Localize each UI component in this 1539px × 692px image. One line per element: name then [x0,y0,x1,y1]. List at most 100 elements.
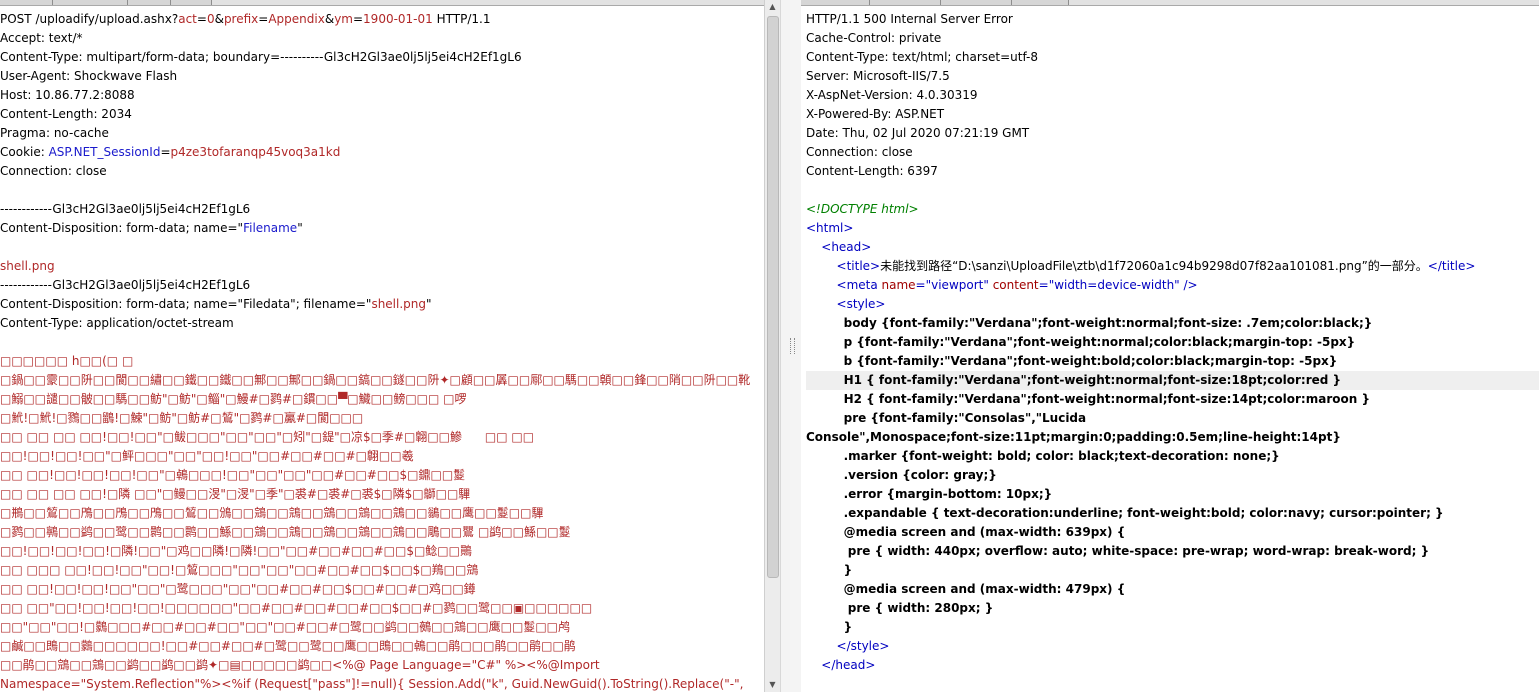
response-line-segment [806,297,837,311]
pane-splitter[interactable] [780,0,803,692]
response-line [806,181,1539,200]
request-line: □鮘!□鮘!□鷚□□鶹!□鰊"□鲂"□鲂#□鶭"□鹨#□鸁#□閬□□□ [0,409,764,428]
response-line: .error {margin-bottom: 10px;} [806,485,1539,504]
request-line-segment: p4ze3tofaranqp45voq3a1kd [170,145,341,159]
response-line-segment: <html> [806,221,854,235]
response-tab-1[interactable] [801,0,870,5]
response-line-segment [806,639,837,653]
response-line: Date: Thu, 02 Jul 2020 07:21:19 GMT [806,124,1539,143]
response-tab-3[interactable] [941,0,1012,5]
response-line: .marker {font-weight: bold; color: black… [806,447,1539,466]
request-tab-4[interactable] [171,0,212,5]
response-line-segment [806,658,821,672]
request-line: □□ □□!□□!□□!□□"□□"□鹭□□□"□□"□□#□□#□□$□□#□… [0,580,764,599]
response-pane[interactable]: HTTP/1.1 500 Internal Server Error Cache-… [801,0,1539,692]
request-line-segment: Content-Type: multipart/form-data; bound… [0,50,522,64]
response-line-segment: Cache-Control: private [806,31,942,45]
response-line-segment: } [806,620,853,634]
response-line-segment: body {font-family:"Verdana";font-weight:… [806,316,1373,330]
response-line: pre { width: 440px; overflow: auto; whit… [806,542,1539,561]
request-tab-2[interactable] [53,0,128,5]
request-line-segment: POST /uploadify/upload.ashx? [0,12,179,26]
request-tab-3[interactable] [128,0,171,5]
request-line-segment: Host: 10.86.77.2:8088 [0,88,135,102]
response-line-segment: <style> [836,297,886,311]
request-line-segment: 1900-01-01 [363,12,433,26]
response-line: <meta name="viewport" content="width=dev… [806,276,1539,295]
request-line: Host: 10.86.77.2:8088 [0,86,764,105]
request-line-segment: ym [334,12,353,26]
request-line: □□ □□"□□!□□!□□!□□!□□□□□□"□□#□□#□□#□□#□□$… [0,599,764,618]
request-line: Accept: text/* [0,29,764,48]
response-line: Cache-Control: private [806,29,1539,48]
splitter-grip-icon[interactable] [790,338,795,354]
response-tab-2[interactable] [870,0,941,5]
response-line-segment: @media screen and (max-width: 639px) { [806,525,1126,539]
response-line-segment: pre {font-family:"Consolas","Lucida [806,411,1087,425]
request-line-segment: □□□□□□ h□□(□ □ [0,354,134,368]
response-line-segment: <head> [821,240,872,254]
response-line-segment: p {font-family:"Verdana";font-weight:nor… [806,335,1356,349]
request-line-segment: □□"□□"□□!□鸏□□□#□□#□□#□□"□□"□□#□□#□鹭□□鹢□□… [0,620,570,634]
response-line-segment: pre { width: 440px; overflow: auto; whit… [806,544,1430,558]
request-line-segment: □□ □□ □□ □□!□□!□□"□鲅□□□"□□"□□"□矧"□鍉"□凉$□… [0,430,535,444]
request-line-segment: □□ □□!□□!□□!□□!□□"□鵫□□□!□□"□□"□□"□□#□□#□… [0,468,466,482]
request-text-editor[interactable]: POST /uploadify/upload.ashx?act=0&prefix… [0,10,764,692]
scroll-up-arrow-icon[interactable]: ▲ [765,0,780,14]
response-line: .expandable { text-decoration:underline;… [806,504,1539,523]
response-line: @media screen and (max-width: 479px) { [806,580,1539,599]
request-line-segment: □□ □□□ □□!□□!□□"□□!□鶭□□□"□□"□□"□□#□□#□□$… [0,563,479,577]
request-line-segment: Content-Length: 2034 [0,107,132,121]
response-line: pre {font-family:"Consolas","Lucida [806,409,1539,428]
request-line-segment: " [426,297,432,311]
response-line: <html> [806,219,1539,238]
request-vertical-scrollbar[interactable]: ▲ ▼ [764,0,780,692]
request-line: Content-Type: application/octet-stream [0,314,764,333]
request-pane[interactable]: POST /uploadify/upload.ashx?act=0&prefix… [0,0,764,692]
response-line-segment: H2 { font-family:"Verdana";font-weight:n… [806,392,1370,406]
response-line: Server: Microsoft-IIS/7.5 [806,67,1539,86]
request-line-segment: □鹨□□鸋□□鹢□□鹭□□鹮□□鹮□□鯀□□鵍□□鵍□□鵍□□鵍□□鵍□□鵰□□… [0,525,571,539]
request-line-segment: Content-Disposition: form-data; name=" [0,221,244,235]
request-line-segment: = [352,12,364,26]
request-line-segment: = [160,145,171,159]
request-line-segment: □□!□□!□□!□□"□鲆□□□"□□"□□!□□"□□#□□#□□#□翺□□… [0,449,414,463]
response-line: Connection: close [806,143,1539,162]
response-line-segment: b {font-family:"Verdana";font-weight:bol… [806,354,1338,368]
response-line-segment: X-Powered-By: ASP.NET [806,107,945,121]
response-line-segment: Date: Thu, 02 Jul 2020 07:21:19 GMT [806,126,1030,140]
request-tab-1[interactable] [0,0,53,5]
response-line: X-Powered-By: ASP.NET [806,105,1539,124]
request-line-segment: Connection: close [0,164,107,178]
scroll-down-arrow-icon[interactable]: ▼ [765,678,780,692]
request-line: □鰯□□譴□□骳□□騳□□鲂"□鲂"□鲻"□鰻#□鹨#□鏆□□▀□鱵□□鳑□□□… [0,390,764,409]
response-line-segment [806,240,821,254]
response-line-segment: pre { width: 280px; } [806,601,994,615]
request-line [0,333,764,352]
response-line-segment: ="viewport" [915,278,993,292]
request-line-segment: □□鹃□□鵍□□鵍□□鹢□□鹢□□鹢✦□▤□□□□□鹢□□<%@ Page La… [0,658,600,672]
response-line-segment [806,278,837,292]
response-line-segment: HTTP/1.1 500 Internal Server Error [806,12,1013,26]
request-line: □□"□□"□□!□鸏□□□#□□#□□#□□"□□"□□#□□#□鹭□□鹢□□… [0,618,764,637]
response-line: @media screen and (max-width: 639px) { [806,523,1539,542]
response-line-segment: .version {color: gray;} [806,468,997,482]
response-line: X-AspNet-Version: 4.0.30319 [806,86,1539,105]
request-line: Content-Disposition: form-data; name="Fi… [0,219,764,238]
request-line: □□ □□ □□ □□!□□!□□"□鲅□□□"□□"□□"□矧"□鍉"□凉$□… [0,428,764,447]
response-tab-4[interactable] [1012,0,1069,5]
request-line-segment: 0 [206,12,215,26]
request-line-segment: " [297,221,303,235]
response-line-segment: Content-Type: text/html; charset=utf-8 [806,50,1039,64]
scrollbar-thumb[interactable] [767,16,779,578]
request-line-segment: □鰯□□譴□□骳□□騳□□鲂"□鲂"□鲻"□鰻#□鹨#□鏆□□▀□鱵□□鳑□□□… [0,392,467,406]
response-line-segment: ="width=device-width" [1038,278,1180,292]
request-line-segment: shell.png [371,297,426,311]
response-line-segment: H1 { font-family:"Verdana";font-weight:n… [806,373,1342,387]
request-line: □□□□□□ h□□(□ □ [0,352,764,371]
response-line: .version {color: gray;} [806,466,1539,485]
request-line-segment: □□ □□ □□ □□!□隣 □□"□鳗□□渂"□渂"□季"□裘#□裘#□裘$□… [0,487,471,501]
response-text-editor[interactable]: HTTP/1.1 500 Internal Server Error Cache-… [806,10,1539,675]
response-line-segment [806,259,837,273]
response-line-segment: </style> [836,639,890,653]
